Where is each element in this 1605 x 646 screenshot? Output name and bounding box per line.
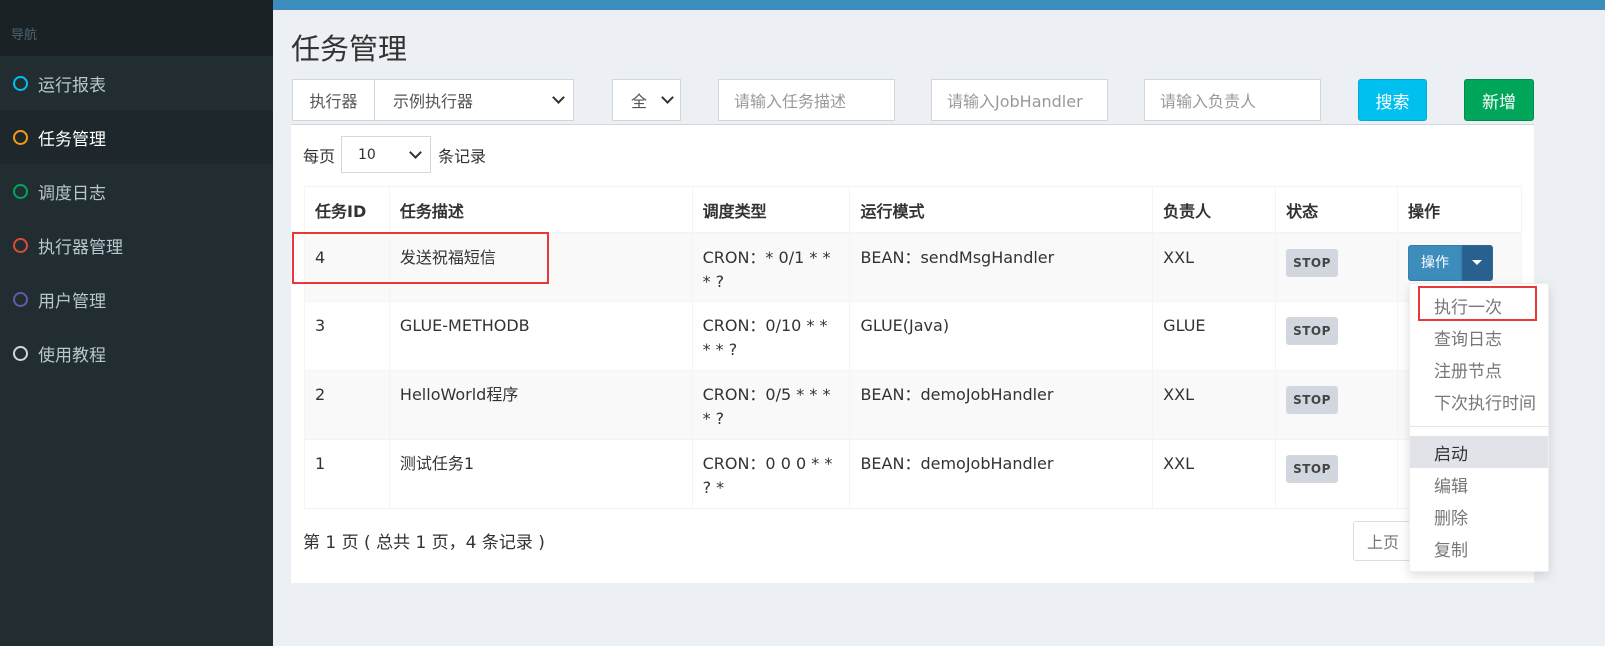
top-header-bar (273, 0, 1605, 10)
cell-job-desc: GLUE-METHODB (388, 301, 693, 371)
sidebar: 导航 运行报表 任务管理 调度日志 执行器管理 用户管理 使用教程 (0, 0, 273, 646)
cell-author: GLUE (1152, 301, 1277, 371)
table-row: 2 HelloWorld程序 CRON：0/5 * * * * ? BEAN：d… (304, 370, 1523, 440)
sidebar-item-tutorial[interactable]: 使用教程 (0, 326, 273, 380)
executor-select-value: 示例执行器 (393, 92, 474, 111)
prev-page-button[interactable]: 上页 (1353, 521, 1413, 561)
cell-status: STOP (1275, 232, 1398, 302)
cell-job-id: 1 (304, 439, 390, 509)
header-operation: 操作 (1396, 186, 1523, 234)
sidebar-item-user-manage[interactable]: 用户管理 (0, 272, 273, 326)
status-select[interactable]: 全 (613, 80, 680, 120)
page-length-select[interactable]: 10 (341, 136, 432, 173)
sidebar-header: 导航 (0, 0, 273, 56)
page-title: 任务管理 (291, 32, 408, 66)
pagination-info: 第 1 页 ( 总共 1 页，4 条记录 ) (303, 533, 545, 553)
table-row: 1 测试任务1 CRON：0 0 0 * * ? * BEAN：demoJobH… (304, 439, 1523, 509)
cell-job-desc: HelloWorld程序 (388, 370, 693, 440)
cell-schedule: CRON：0 0 0 * * ? * (691, 439, 851, 509)
cell-schedule: CRON：0/10 * * * * ? (691, 301, 851, 371)
cell-status: STOP (1275, 370, 1398, 440)
cell-job-desc: 测试任务1 (388, 439, 693, 509)
sidebar-item-run-report[interactable]: 运行报表 (0, 56, 273, 110)
cell-run-mode: BEAN：demoJobHandler (849, 370, 1154, 440)
menu-item-query-log[interactable]: 查询日志 (1410, 321, 1548, 353)
header-author[interactable]: 负责人 (1152, 186, 1277, 234)
cell-run-mode: BEAN：sendMsgHandler (849, 232, 1154, 302)
sidebar-item-executor-manage[interactable]: 执行器管理 (0, 218, 273, 272)
operation-button[interactable]: 操作 (1407, 244, 1462, 281)
sidebar-item-job-manage[interactable]: 任务管理 (0, 110, 273, 164)
cell-author: XXL (1152, 232, 1277, 302)
caret-down-icon (1472, 260, 1483, 265)
menu-item-start[interactable]: 启动 (1410, 436, 1548, 468)
status-filter[interactable]: 全 (612, 79, 681, 121)
circle-icon (13, 291, 28, 307)
menu-item-delete[interactable]: 删除 (1410, 500, 1548, 532)
menu-item-edit[interactable]: 编辑 (1410, 468, 1548, 500)
cell-run-mode: BEAN：demoJobHandler (849, 439, 1154, 509)
chevron-down-icon (552, 91, 565, 104)
table-header-row: 任务ID 任务描述 调度类型 运行模式 负责人 状态 操作 (304, 186, 1523, 234)
cell-job-id: 2 (304, 370, 390, 440)
cell-status: STOP (1275, 301, 1398, 371)
header-schedule-type[interactable]: 调度类型 (691, 186, 851, 234)
sidebar-item-label: 运行报表 (38, 75, 106, 96)
menu-item-registry-nodes[interactable]: 注册节点 (1410, 353, 1548, 385)
status-badge: STOP (1286, 455, 1338, 483)
chevron-down-icon (661, 91, 674, 104)
author-input[interactable]: 请输入负责人 (1144, 79, 1321, 121)
cell-schedule: CRON：0/5 * * * * ? (691, 370, 851, 440)
cell-author: XXL (1152, 439, 1277, 509)
sidebar-item-job-log[interactable]: 调度日志 (0, 164, 273, 218)
chevron-down-icon (409, 145, 422, 159)
cell-status: STOP (1275, 439, 1398, 509)
menu-divider (1410, 426, 1548, 427)
operation-dropdown-toggle[interactable] (1461, 244, 1493, 281)
cell-author: XXL (1152, 370, 1277, 440)
table-row: 3 GLUE-METHODB CRON：0/10 * * * * ? GLUE(… (304, 301, 1523, 371)
sidebar-item-label: 任务管理 (38, 129, 106, 150)
status-badge: STOP (1286, 386, 1338, 414)
menu-item-next-trigger-time[interactable]: 下次执行时间 (1410, 385, 1548, 417)
operation-button-group: 操作 (1407, 244, 1493, 281)
executor-select[interactable]: 示例执行器 (375, 80, 573, 120)
page-length-suffix: 条记录 (438, 146, 487, 166)
highlight-box-row (292, 232, 549, 284)
circle-icon (13, 345, 28, 361)
header-status[interactable]: 状态 (1275, 186, 1398, 234)
sidebar-item-label: 使用教程 (38, 345, 106, 366)
sidebar-item-label: 用户管理 (38, 291, 106, 312)
status-badge: STOP (1286, 248, 1338, 277)
header-job-id[interactable]: 任务ID (304, 186, 390, 234)
header-run-mode[interactable]: 运行模式 (849, 186, 1154, 234)
job-handler-input[interactable]: 请输入JobHandler (931, 79, 1108, 121)
circle-icon (13, 75, 28, 91)
page-length-value: 10 (358, 146, 376, 163)
header-job-desc[interactable]: 任务描述 (388, 186, 693, 234)
executor-filter: 执行器 示例执行器 (292, 79, 574, 121)
executor-label: 执行器 (293, 80, 375, 120)
cell-job-id: 3 (304, 301, 390, 371)
job-desc-input[interactable]: 请输入任务描述 (718, 79, 895, 121)
search-button[interactable]: 搜索 (1358, 79, 1427, 121)
highlight-box-trigger-once (1418, 286, 1537, 321)
circle-icon (13, 183, 28, 199)
cell-schedule: CRON：* 0/1 * * * ? (691, 232, 851, 302)
page-length-prefix: 每页 (303, 146, 336, 166)
circle-icon (13, 129, 28, 145)
page-length-control: 每页 10 条记录 (303, 136, 486, 173)
sidebar-item-label: 执行器管理 (38, 237, 123, 258)
circle-icon (13, 237, 28, 253)
add-job-button[interactable]: 新增 (1464, 79, 1534, 121)
status-badge: STOP (1286, 317, 1338, 345)
status-select-value: 全 (631, 92, 648, 111)
sidebar-item-label: 调度日志 (38, 183, 106, 204)
operation-dropdown-menu: 执行一次 查询日志 注册节点 下次执行时间 启动 编辑 删除 复制 (1409, 283, 1549, 572)
menu-item-copy[interactable]: 复制 (1410, 532, 1548, 564)
cell-run-mode: GLUE(Java) (849, 301, 1154, 371)
